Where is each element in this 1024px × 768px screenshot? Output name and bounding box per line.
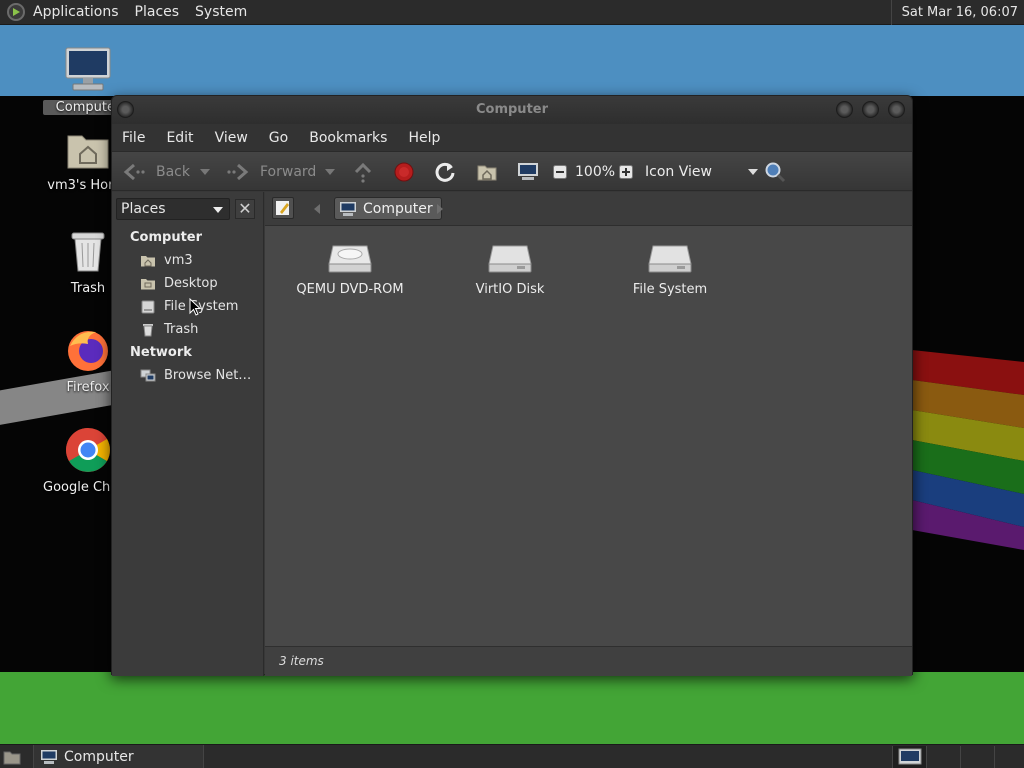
forward-arrow-icon (227, 163, 249, 181)
workspace-window-icon (898, 748, 922, 765)
workspace-2[interactable] (926, 746, 960, 768)
drive-icon (141, 300, 155, 313)
show-desktop-button[interactable] (3, 748, 21, 766)
path-crumb-computer[interactable]: Computer (334, 197, 442, 220)
top-panel: Applications Places System Sat Mar 16, 0… (0, 0, 1024, 25)
computer-icon (340, 201, 356, 216)
back-arrow-icon (123, 163, 145, 181)
up-button[interactable] (352, 152, 374, 192)
workspace-1[interactable] (892, 746, 926, 768)
chevron-down-icon (747, 169, 758, 175)
places-sidebar: Places ✕ Computer vm3 Desktop File Syste… (112, 192, 264, 676)
toggle-location-entry-button[interactable] (272, 197, 294, 219)
applications-menu[interactable]: Applications (33, 4, 119, 20)
menu-bookmarks[interactable]: Bookmarks (309, 130, 387, 146)
search-icon (765, 162, 786, 183)
trash-icon (143, 323, 153, 336)
zoom-level: 100% (575, 164, 616, 180)
file-manager-window: Computer File Edit View Go Bookmarks Hel… (111, 95, 913, 676)
clock[interactable]: Sat Mar 16, 06:07 (890, 0, 1024, 25)
reload-button[interactable] (434, 152, 456, 192)
menu-edit[interactable]: Edit (166, 130, 193, 146)
home-folder-icon (141, 255, 155, 266)
zoom-out-icon (553, 165, 567, 179)
view-mode-select[interactable]: Icon View (645, 152, 758, 192)
firefox-icon (68, 331, 108, 371)
sidebar-item-browse-network[interactable]: Browse Net… (140, 368, 251, 383)
show-desktop-icon (3, 751, 21, 765)
reload-icon (435, 162, 455, 182)
menubar: File Edit View Go Bookmarks Help (112, 124, 912, 151)
forward-button[interactable]: Forward (226, 152, 316, 192)
status-bar: 3 items (265, 646, 912, 676)
close-button[interactable] (888, 101, 905, 118)
workspace-3[interactable] (960, 746, 994, 768)
mouse-pointer-icon (189, 298, 201, 316)
window-titlebar[interactable]: Computer (112, 96, 912, 124)
sidebar-item-vm3[interactable]: vm3 (140, 253, 193, 268)
up-arrow-icon (354, 162, 372, 183)
back-history-dropdown[interactable] (200, 152, 210, 192)
workspace-4[interactable] (994, 746, 1024, 768)
close-icon: ✕ (238, 199, 252, 218)
desktop-folder-icon (141, 278, 155, 289)
file-item-virtio-disk[interactable]: VirtIO Disk (435, 242, 585, 297)
stop-button[interactable] (394, 152, 414, 192)
window-title: Computer (475, 102, 549, 117)
menu-view[interactable]: View (215, 130, 248, 146)
places-menu[interactable]: Places (135, 4, 180, 20)
search-button[interactable] (764, 152, 786, 192)
section-network: Network (130, 345, 192, 360)
trash-icon (71, 232, 105, 272)
minimize-button[interactable] (836, 101, 853, 118)
hard-disk-icon (648, 245, 692, 273)
path-scroll-left-icon[interactable] (314, 204, 320, 214)
menu-help[interactable]: Help (408, 130, 440, 146)
toolbar: Back Forward 100% Icon View (112, 151, 912, 191)
forward-history-dropdown[interactable] (325, 152, 335, 192)
chrome-icon (66, 428, 110, 472)
maximize-button[interactable] (862, 101, 879, 118)
sidebar-item-trash[interactable]: Trash (140, 322, 198, 337)
home-folder-icon (477, 165, 497, 181)
zoom-in-icon (619, 165, 633, 179)
path-scroll-right-icon[interactable] (437, 204, 443, 214)
zoom-in-button[interactable] (619, 152, 633, 192)
stop-icon (394, 162, 414, 182)
hard-disk-icon (488, 245, 532, 273)
bottom-panel: Computer (0, 744, 1024, 768)
close-sidebar-button[interactable]: ✕ (235, 199, 255, 219)
section-computer: Computer (130, 230, 203, 245)
menu-go[interactable]: Go (269, 130, 288, 146)
home-button[interactable] (476, 152, 498, 192)
file-item-qemu-dvd-rom[interactable]: QEMU DVD-ROM (275, 242, 425, 297)
sidebar-item-desktop[interactable]: Desktop (140, 276, 218, 291)
back-button[interactable]: Back (122, 152, 190, 192)
menu-file[interactable]: File (122, 130, 145, 146)
mate-menu-icon[interactable] (7, 3, 25, 21)
network-icon (140, 369, 156, 381)
edit-icon (276, 201, 289, 215)
sidebar-type-select[interactable]: Places (116, 198, 230, 220)
home-folder-icon (67, 135, 109, 169)
computer-icon (518, 163, 538, 180)
zoom-out-button[interactable] (553, 152, 567, 192)
location-bar: Computer (265, 192, 912, 226)
file-item-file-system[interactable]: File System (595, 242, 745, 297)
taskbar-item-computer[interactable]: Computer (33, 745, 204, 768)
file-view: Computer QEMU DVD-ROM VirtIO Disk File S… (265, 192, 912, 676)
chevron-down-icon (213, 207, 223, 213)
computer-icon (65, 47, 111, 91)
system-menu[interactable]: System (195, 4, 247, 20)
computer-button[interactable] (517, 152, 539, 192)
optical-drive-icon (328, 245, 372, 273)
computer-icon (41, 750, 57, 764)
